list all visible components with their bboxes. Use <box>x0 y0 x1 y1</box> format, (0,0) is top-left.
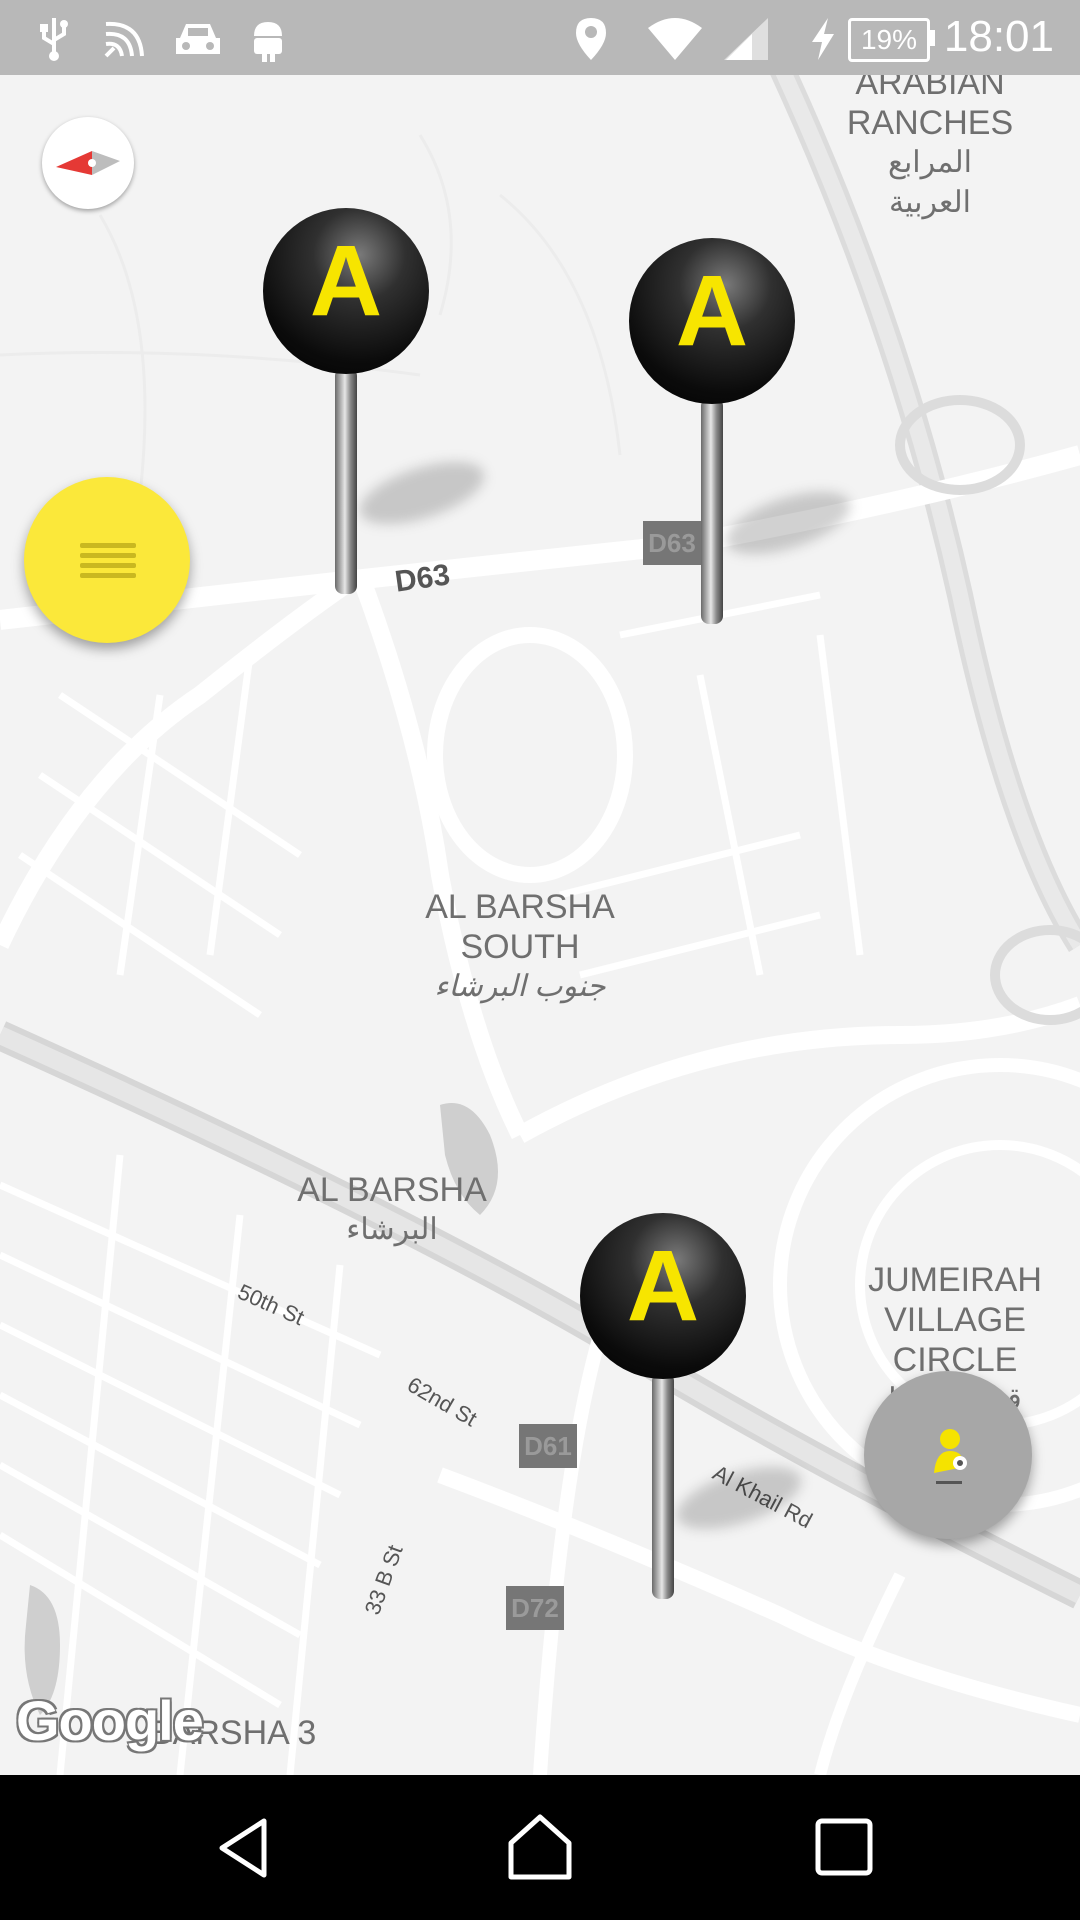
google-logo: Google <box>16 1689 204 1752</box>
compass-button[interactable] <box>42 117 134 209</box>
cast-icon <box>104 21 144 58</box>
menu-button[interactable] <box>24 477 190 643</box>
signal-icon <box>724 18 768 60</box>
compass-icon <box>56 151 120 175</box>
wifi-icon <box>648 18 702 60</box>
area-label-al-barsha-south-ar: جنوب البرشاء <box>434 970 606 1003</box>
battery-indicator: 19% <box>848 18 930 62</box>
map-pin[interactable]: A <box>263 208 492 628</box>
pin-stick <box>701 398 723 624</box>
road-shield-d72: D72 <box>506 1586 564 1630</box>
person-pin-icon <box>934 1429 967 1484</box>
area-label-arabian-ranches-en: ARABIAN RANCHES <box>846 75 1014 142</box>
area-label-al-barsha-south-en: AL BARSHA SOUTH <box>425 888 615 966</box>
pin-stick <box>652 1373 674 1599</box>
pin-letter: A <box>626 1230 700 1342</box>
map-pin[interactable]: A <box>580 1213 809 1633</box>
status-bar: 19% 18:01 <box>0 0 1080 75</box>
pin-letter: A <box>675 255 749 367</box>
map-pin[interactable]: A <box>629 238 858 658</box>
my-location-button[interactable] <box>864 1371 1032 1539</box>
area-label-al-barsha-en: AL BARSHA <box>297 1171 487 1209</box>
area-label-al-barsha-ar: البرشاء <box>346 1213 438 1246</box>
area-label-arabian-ranches: ARABIAN RANCHES المرابع العربية <box>840 75 1020 223</box>
usb-icon <box>40 18 68 61</box>
hamburger-icon <box>80 543 136 578</box>
car-icon <box>176 24 220 54</box>
pin-letter: A <box>309 225 383 337</box>
back-icon[interactable] <box>210 1813 280 1883</box>
area-label-jvc-en: JUMEIRAH VILLAGE CIRCLE <box>868 1261 1042 1379</box>
home-icon[interactable] <box>505 1811 575 1883</box>
road-shield-d61: D61 <box>519 1424 577 1468</box>
area-label-al-barsha: AL BARSHA البرشاء <box>292 1170 492 1250</box>
location-icon <box>576 18 606 60</box>
recents-icon[interactable] <box>812 1815 876 1879</box>
area-label-arabian-ranches-ar: المرابع العربية <box>887 146 973 219</box>
pin-stick <box>335 368 357 594</box>
android-debug-icon <box>254 22 282 62</box>
battery-tip <box>930 30 935 46</box>
map-view[interactable]: ARABIAN RANCHES المرابع العربية AL BARSH… <box>0 75 1080 1775</box>
navigation-bar <box>0 1775 1080 1920</box>
area-label-al-barsha-south: AL BARSHA SOUTH جنوب البرشاء <box>400 887 640 1007</box>
charging-icon <box>812 18 834 60</box>
clock: 18:01 <box>943 12 1054 61</box>
